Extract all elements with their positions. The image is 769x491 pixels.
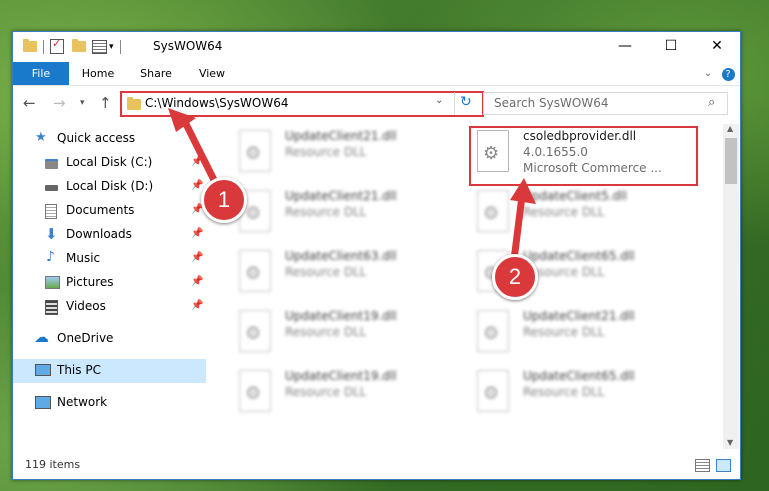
annotation-arrows	[168, 108, 536, 272]
step-1-marker: 1	[201, 177, 247, 223]
arrow-2-head	[510, 178, 536, 204]
step-2-marker: 2	[492, 254, 538, 300]
